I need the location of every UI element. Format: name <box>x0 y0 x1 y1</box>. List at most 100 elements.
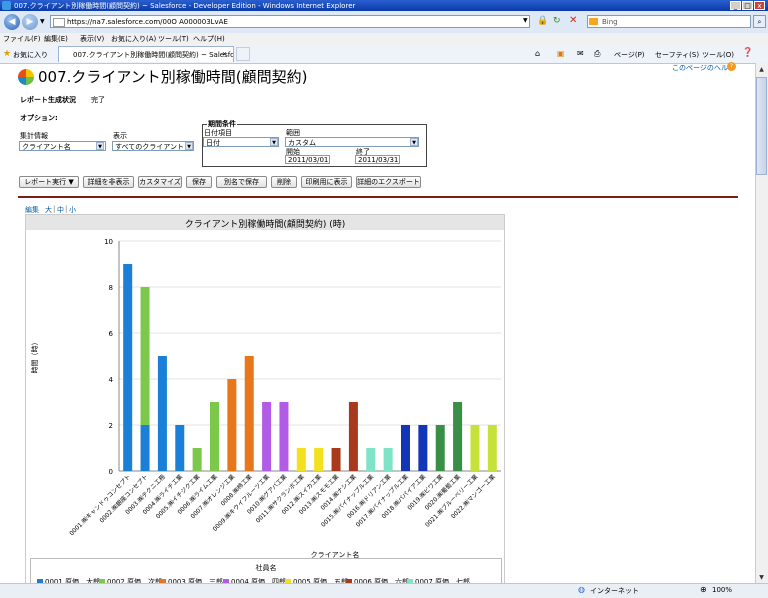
favorites-star-icon[interactable]: ★ <box>3 49 11 59</box>
delete-button[interactable]: 削除 <box>271 176 297 188</box>
range-select[interactable]: カスタム <box>285 137 419 147</box>
bar <box>210 402 219 471</box>
page-title: 007.クライアント別稼働時間(顧問契約) <box>38 68 308 86</box>
browser-tab[interactable]: 007.クライアント別稼働時間(顧問契約) ~ Salesforce ... <box>58 46 234 62</box>
section-divider <box>18 196 738 198</box>
status-bar <box>0 583 768 598</box>
menu-tools[interactable]: ツール(T) <box>158 34 189 44</box>
menu-favorites[interactable]: お気に入り(A) <box>111 34 156 44</box>
address-toolbar: ◀ ▶ ▼ https://na7.salesforce.com/00O A00… <box>0 11 768 34</box>
x-axis-label: クライアント名 <box>311 550 360 558</box>
bar <box>383 448 393 471</box>
menu-view[interactable]: 表示(V) <box>80 34 104 44</box>
page-icon <box>53 18 65 27</box>
save-button[interactable]: 保存 <box>186 176 212 188</box>
bar <box>227 379 237 471</box>
favorites-label[interactable]: お気に入り <box>13 50 48 60</box>
safety-menu[interactable]: セーフティ(S) <box>655 50 699 60</box>
bar <box>157 356 167 471</box>
zoom-level[interactable]: 100% <box>712 586 732 594</box>
summary-label: 集計情報 <box>20 132 48 140</box>
ie-icon <box>2 1 11 10</box>
tab-close-icon[interactable]: ✕ <box>222 51 227 58</box>
forward-button[interactable]: ▶ <box>22 14 38 30</box>
scrollbar-thumb[interactable] <box>756 77 767 175</box>
bar <box>435 425 445 471</box>
bar <box>401 425 410 471</box>
y-tick-label: 2 <box>109 422 113 430</box>
bar <box>262 402 272 471</box>
date-field-select[interactable]: 日付 <box>203 137 279 147</box>
menu-edit[interactable]: 編集(E) <box>44 34 68 44</box>
zoom-icon[interactable]: ⊕ <box>700 585 707 594</box>
bar <box>366 448 376 471</box>
customize-button[interactable]: カスタマイズ <box>138 176 182 188</box>
globe-icon: ◍ <box>578 585 585 594</box>
help-circle-icon[interactable]: ? <box>727 62 736 71</box>
refresh-icon[interactable]: ↻ <box>553 16 561 26</box>
bar <box>487 425 497 471</box>
help-link[interactable]: このページのヘルプ <box>672 63 735 73</box>
start-date-input[interactable]: 2011/03/01 <box>285 155 330 164</box>
print-icon[interactable]: ⎙ <box>594 49 600 59</box>
show-label: 表示 <box>113 132 127 140</box>
summary-select[interactable]: クライアント名 <box>19 141 106 151</box>
feeds-icon[interactable]: ▣ <box>557 49 565 58</box>
scroll-up-icon[interactable]: ▲ <box>756 64 767 75</box>
legend-title: 社員名 <box>255 564 277 572</box>
chevron-down-icon[interactable]: ▼ <box>410 138 418 146</box>
mail-icon[interactable]: ✉ <box>577 49 584 58</box>
address-dropdown-icon[interactable]: ▼ <box>523 17 528 24</box>
search-input[interactable]: Bing <box>587 15 751 28</box>
maximize-button[interactable]: □ <box>742 1 753 10</box>
page-menu[interactable]: ページ(P) <box>614 50 645 60</box>
back-button[interactable]: ◀ <box>4 14 20 30</box>
address-input[interactable]: https://na7.salesforce.com/00O A000003Lv… <box>50 15 530 28</box>
y-tick-label: 0 <box>109 468 113 476</box>
bar <box>123 264 133 471</box>
bar-chart: 0246810時間（時）0001.㈱キャンドゥコンセプト0002.㈱銀座コンセプ… <box>31 238 501 558</box>
new-tab-button[interactable] <box>236 47 250 61</box>
scroll-down-icon[interactable]: ▼ <box>756 572 767 583</box>
close-window-button[interactable]: x <box>754 1 765 10</box>
status-value: 完了 <box>91 96 105 104</box>
bar <box>279 402 289 471</box>
tools-menu[interactable]: ツール(O) <box>702 50 734 60</box>
lock-icon[interactable]: 🔒 <box>537 16 548 26</box>
chevron-down-icon[interactable]: ▼ <box>185 142 193 150</box>
window-title-bar: 007.クライアント別稼働時間(顧問契約) ~ Salesforce - Dev… <box>0 0 768 11</box>
run-report-button[interactable]: レポート実行 ▼ <box>19 176 79 188</box>
end-date-input[interactable]: 2011/03/31 <box>355 155 400 164</box>
size-divider: | <box>65 205 68 213</box>
bar <box>140 425 150 471</box>
bar <box>453 402 463 471</box>
y-tick-label: 6 <box>109 330 114 338</box>
help-icon[interactable]: ❓ <box>742 48 753 58</box>
size-divider: | <box>53 205 56 213</box>
bing-icon <box>589 18 598 25</box>
export-details-button[interactable]: 詳細のエクスポート <box>356 176 421 188</box>
home-icon[interactable]: ⌂ <box>535 49 540 58</box>
minimize-button[interactable]: _ <box>730 1 741 10</box>
bar <box>331 448 341 471</box>
chevron-down-icon[interactable]: ▼ <box>270 138 278 146</box>
search-icon[interactable]: ⌕ <box>753 15 766 28</box>
menu-file[interactable]: ファイル(F) <box>3 34 41 44</box>
bar <box>140 287 150 425</box>
hide-details-button[interactable]: 詳細を非表示 <box>83 176 134 188</box>
y-tick-label: 10 <box>104 238 113 246</box>
chevron-down-icon[interactable]: ▼ <box>96 142 104 150</box>
window-title: 007.クライアント別稼働時間(顧問契約) ~ Salesforce - Dev… <box>14 2 356 10</box>
nav-dropdown-icon[interactable]: ▼ <box>40 18 45 25</box>
save-as-button[interactable]: 別名で保存 <box>216 176 267 188</box>
stop-icon[interactable]: ✕ <box>569 15 577 26</box>
menu-help[interactable]: ヘルプ(H) <box>193 34 225 44</box>
y-tick-label: 4 <box>109 376 114 384</box>
y-axis-label: 時間（時） <box>31 339 39 374</box>
report-logo-icon <box>18 69 34 85</box>
security-zone: インターネット <box>590 587 639 595</box>
printable-view-button[interactable]: 印刷用に表示 <box>301 176 352 188</box>
favorites-bar: ★ お気に入り 007.クライアント別稼働時間(顧問契約) ~ Salesfor… <box>0 45 768 64</box>
show-select[interactable]: すべてのクライアント <box>112 141 194 151</box>
bar <box>192 448 202 471</box>
